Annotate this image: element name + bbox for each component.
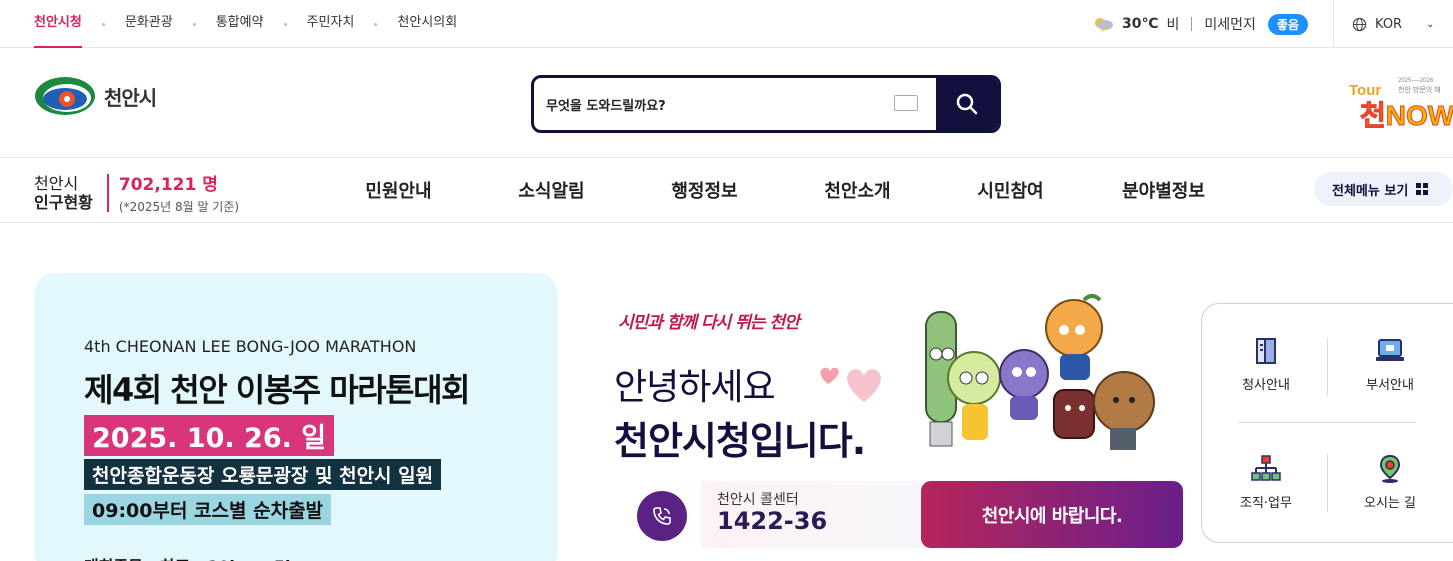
logo-text: 천안시 [104,85,157,110]
banner-place: 천안종합운동장 오룡문광장 및 천안시 일원 [84,459,442,490]
weather-separator [1191,17,1193,31]
search-placeholder: 무엇을 도와드릴까요? [546,98,666,114]
mascot-characters [925,294,1155,450]
map-pin-icon [1379,454,1401,483]
tour-visit-text: 천안 방문의 해 [1398,85,1441,94]
all-menu-button[interactable]: 전체메뉴 보기 [1314,172,1453,206]
menu-news[interactable]: 소식알림 [475,177,628,203]
weather-widget: 30℃ 비 미세먼지 좋음 [1092,0,1308,48]
quick-link-organization[interactable]: 조직·업무 [1206,454,1326,511]
quick-link-building[interactable]: 청사안내 [1206,336,1326,393]
quick-divider-horizontal [1238,422,1416,423]
callcenter-bar: 천안시 콜센터 1422-36 천안시에 바랍니다. [637,481,1183,548]
nav-separator [192,22,196,26]
population-note: (*2025년 8월 말 기준) [118,200,240,214]
heart-icon [820,367,881,402]
dust-status-badge: 좋음 [1267,13,1308,35]
utility-bar: 천안시청 문화관광 통합예약 주민자치 천안시의회 30℃ 비 미세먼지 좋음 … [0,0,1453,48]
quick-link-directions[interactable]: 오시는 길 [1330,454,1450,511]
quick-link-label: 오시는 길 [1364,496,1416,511]
top-nav: 천안시청 문화관광 통합예약 주민자치 천안시의회 [34,0,457,48]
quick-link-label: 조직·업무 [1240,496,1292,511]
laptop-icon [1376,339,1404,361]
city-emblem-icon [35,77,95,115]
tour-text: Tour [1349,82,1381,99]
temperature: 30℃ [1122,16,1159,32]
menu-about-cheonan[interactable]: 천안소개 [781,177,934,203]
quick-link-department[interactable]: 부서안내 [1330,336,1450,393]
population-label: 천안시 인구현황 [34,174,93,212]
language-selector[interactable]: KOR ⌄ [1333,0,1453,48]
population-divider [106,173,109,212]
site-header: 천안시 무엇을 도와드릴까요? Tour 2025──2026 천안 방문의 해… [0,48,1453,158]
banner-time: 09:00부터 코스별 순차출발 [84,494,332,525]
tour-now-logo[interactable]: Tour 2025──2026 천안 방문의 해 천NOW! [1346,70,1453,140]
banner-date: 2025. 10. 26. 일 [84,415,335,456]
population-label-line2: 인구현황 [34,192,93,212]
grid-icon [1416,183,1429,195]
building-icon [1256,338,1276,364]
quick-link-label: 청사안내 [1242,378,1290,393]
population-status: 천안시 인구현황 702,121 명 (*2025년 8월 말 기준) [34,170,239,215]
banner-en-title: 4th CHEONAN LEE BONG-JOO MARATHON [84,337,417,356]
population-count: 702,121 명 [118,175,218,195]
tour-year-text: 2025──2026 [1398,78,1434,84]
nav-separator [283,22,287,26]
petition-button[interactable]: 천안시에 바랍니다. [921,481,1183,548]
menu-civil-service[interactable]: 민원안내 [322,177,475,203]
weather-condition: 비 [1166,17,1180,33]
dust-label: 미세먼지 [1204,17,1256,33]
greeting-cityhall: 천안시청입니다. [614,419,866,463]
gnb-menu: 민원안내 소식알림 행정정보 천안소개 시민참여 분야별정보 [322,158,1240,222]
tour-now-text: 천NOW! [1360,100,1453,131]
city-slogan: 시민과 함께 다시 뛰는 천안 [618,313,800,333]
language-label: KOR [1375,16,1403,32]
quick-divider [1327,454,1328,512]
main-navigation: 천안시 인구현황 702,121 명 (*2025년 8월 말 기준) 민원안내… [0,158,1453,223]
quick-links: 청사안내 부서안내 조직·업무 오시는 길 [1201,303,1453,543]
greeting-hello: 안녕하세요 [614,367,776,408]
callcenter-number[interactable]: 1422-36 [717,507,827,535]
top-nav-cityhall[interactable]: 천안시청 [34,0,82,48]
keyboard-icon[interactable] [894,95,918,111]
population-label-line1: 천안시 [34,173,79,193]
chevron-down-icon: ⌄ [1426,18,1435,30]
menu-field-info[interactable]: 분야별정보 [1087,177,1240,203]
menu-admin-info[interactable]: 행정정보 [628,177,781,203]
top-nav-council[interactable]: 천안시의회 [397,0,457,48]
search-button[interactable] [936,78,998,130]
banner-event-info: 대회종목 : 하프 · 10km · 5km [84,553,312,561]
search-input[interactable]: 무엇을 도와드릴까요? [534,78,936,130]
search-icon [956,93,978,115]
top-nav-reservation[interactable]: 통합예약 [216,0,264,48]
all-menu-label: 전체메뉴 보기 [1332,183,1409,199]
top-nav-culture[interactable]: 문화관광 [125,0,173,48]
menu-participation[interactable]: 시민참여 [934,177,1087,203]
quick-link-label: 부서안내 [1366,378,1414,393]
org-chart-icon [1251,455,1281,481]
quick-divider [1327,338,1328,396]
callcenter-label: 천안시 콜센터 [717,492,799,508]
cheonan-logo[interactable]: 천안시 [34,74,157,118]
phone-icon [637,491,687,541]
thunder-cloud-icon [1095,18,1113,33]
nav-separator [374,22,378,26]
top-nav-autonomy[interactable]: 주민자치 [307,0,355,48]
marathon-banner[interactable]: 4th CHEONAN LEE BONG-JOO MARATHON 제4회 천안… [34,273,558,561]
globe-icon [1352,17,1367,31]
banner-title: 제4회 천안 이봉주 마라톤대회 [84,371,470,409]
nav-separator [101,22,105,26]
search-box: 무엇을 도와드릴까요? [531,75,1001,133]
